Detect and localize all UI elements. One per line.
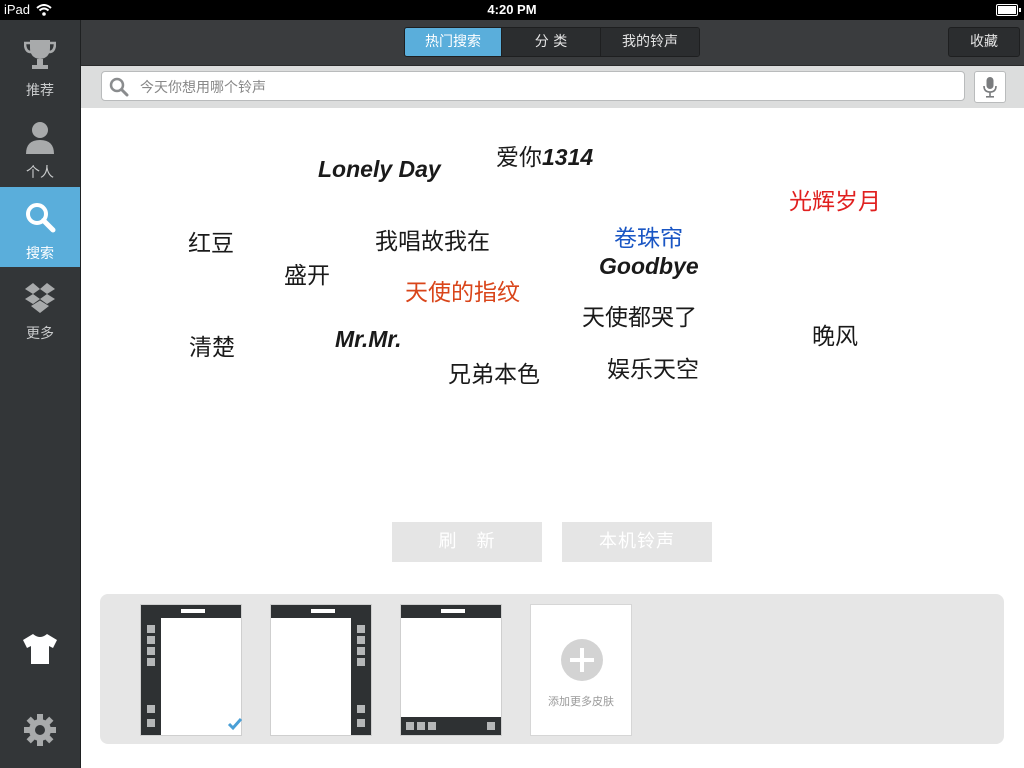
person-icon: [26, 122, 54, 154]
sidebar-item-label: 更多: [26, 326, 54, 342]
local-ringtones-button[interactable]: 本机铃声: [562, 522, 712, 562]
hot-tag[interactable]: 兄弟本色: [448, 355, 540, 389]
hot-tag[interactable]: 晚风: [812, 317, 858, 351]
hot-tag[interactable]: 清楚: [189, 328, 235, 362]
hot-tag[interactable]: 红豆: [188, 224, 234, 258]
sidebar: 推荐 个人 搜索 更多: [0, 20, 81, 768]
skin-picker: 添加更多皮肤: [100, 594, 1004, 744]
sidebar-item-label: 推荐: [26, 83, 54, 99]
sidebar-item-search[interactable]: 搜索: [0, 187, 80, 267]
sidebar-item-more[interactable]: 更多: [0, 267, 80, 347]
skin-option-left-bar[interactable]: [140, 604, 243, 736]
hot-tag[interactable]: 天使的指纹: [405, 273, 520, 307]
segmented-control: 热门搜索 分 类 我的铃声: [404, 27, 700, 57]
tab-categories[interactable]: 分 类: [501, 28, 600, 56]
sidebar-item-personal[interactable]: 个人: [0, 106, 80, 186]
add-skin-label: 添加更多皮肤: [548, 695, 614, 708]
hot-tag[interactable]: 我唱故我在: [375, 222, 490, 256]
hot-tag[interactable]: 卷珠帘: [614, 219, 683, 253]
hot-tag[interactable]: 爱你1314: [496, 138, 593, 172]
plus-icon: [561, 639, 603, 681]
hot-tag[interactable]: Mr.Mr.: [335, 326, 401, 353]
tab-my-ringtones[interactable]: 我的铃声: [600, 28, 699, 56]
trophy-icon: [24, 40, 56, 69]
hot-tag[interactable]: 光辉岁月: [789, 182, 881, 216]
gear-icon[interactable]: [20, 710, 60, 750]
search-input[interactable]: 今天你想用哪个铃声: [101, 71, 965, 101]
status-bar: iPad 4:20 PM: [0, 0, 1024, 20]
search-placeholder: 今天你想用哪个铃声: [140, 80, 266, 96]
top-toolbar: 热门搜索 分 类 我的铃声 收藏: [81, 20, 1024, 66]
clock: 4:20 PM: [487, 2, 537, 17]
voice-search-button[interactable]: [974, 71, 1006, 103]
refresh-button[interactable]: 刷 新: [392, 522, 542, 562]
add-skin-button[interactable]: 添加更多皮肤: [530, 604, 632, 736]
skin-option-right-bar[interactable]: [270, 604, 372, 736]
search-icon: [26, 203, 56, 233]
sidebar-item-label: 个人: [26, 165, 54, 181]
sidebar-item-label: 搜索: [26, 246, 54, 262]
hot-tag[interactable]: Goodbye: [599, 253, 699, 280]
checkmark-icon: [227, 718, 243, 731]
tab-hot-search[interactable]: 热门搜索: [405, 28, 501, 56]
microphone-icon: [983, 77, 997, 98]
search-bar: 今天你想用哪个铃声: [81, 66, 1024, 108]
search-icon: [109, 77, 129, 97]
tshirt-icon[interactable]: [20, 628, 60, 668]
hot-tag[interactable]: 盛开: [284, 256, 330, 290]
favorites-button[interactable]: 收藏: [948, 27, 1020, 57]
hot-tag[interactable]: 天使都哭了: [582, 298, 697, 332]
skin-option-bottom-bar[interactable]: [400, 604, 502, 736]
dropbox-icon: [25, 283, 55, 313]
battery-icon: [996, 4, 1021, 16]
sidebar-item-recommend[interactable]: 推荐: [0, 24, 80, 104]
hot-tag[interactable]: Lonely Day: [318, 156, 441, 183]
hot-tag[interactable]: 娱乐天空: [607, 350, 699, 384]
